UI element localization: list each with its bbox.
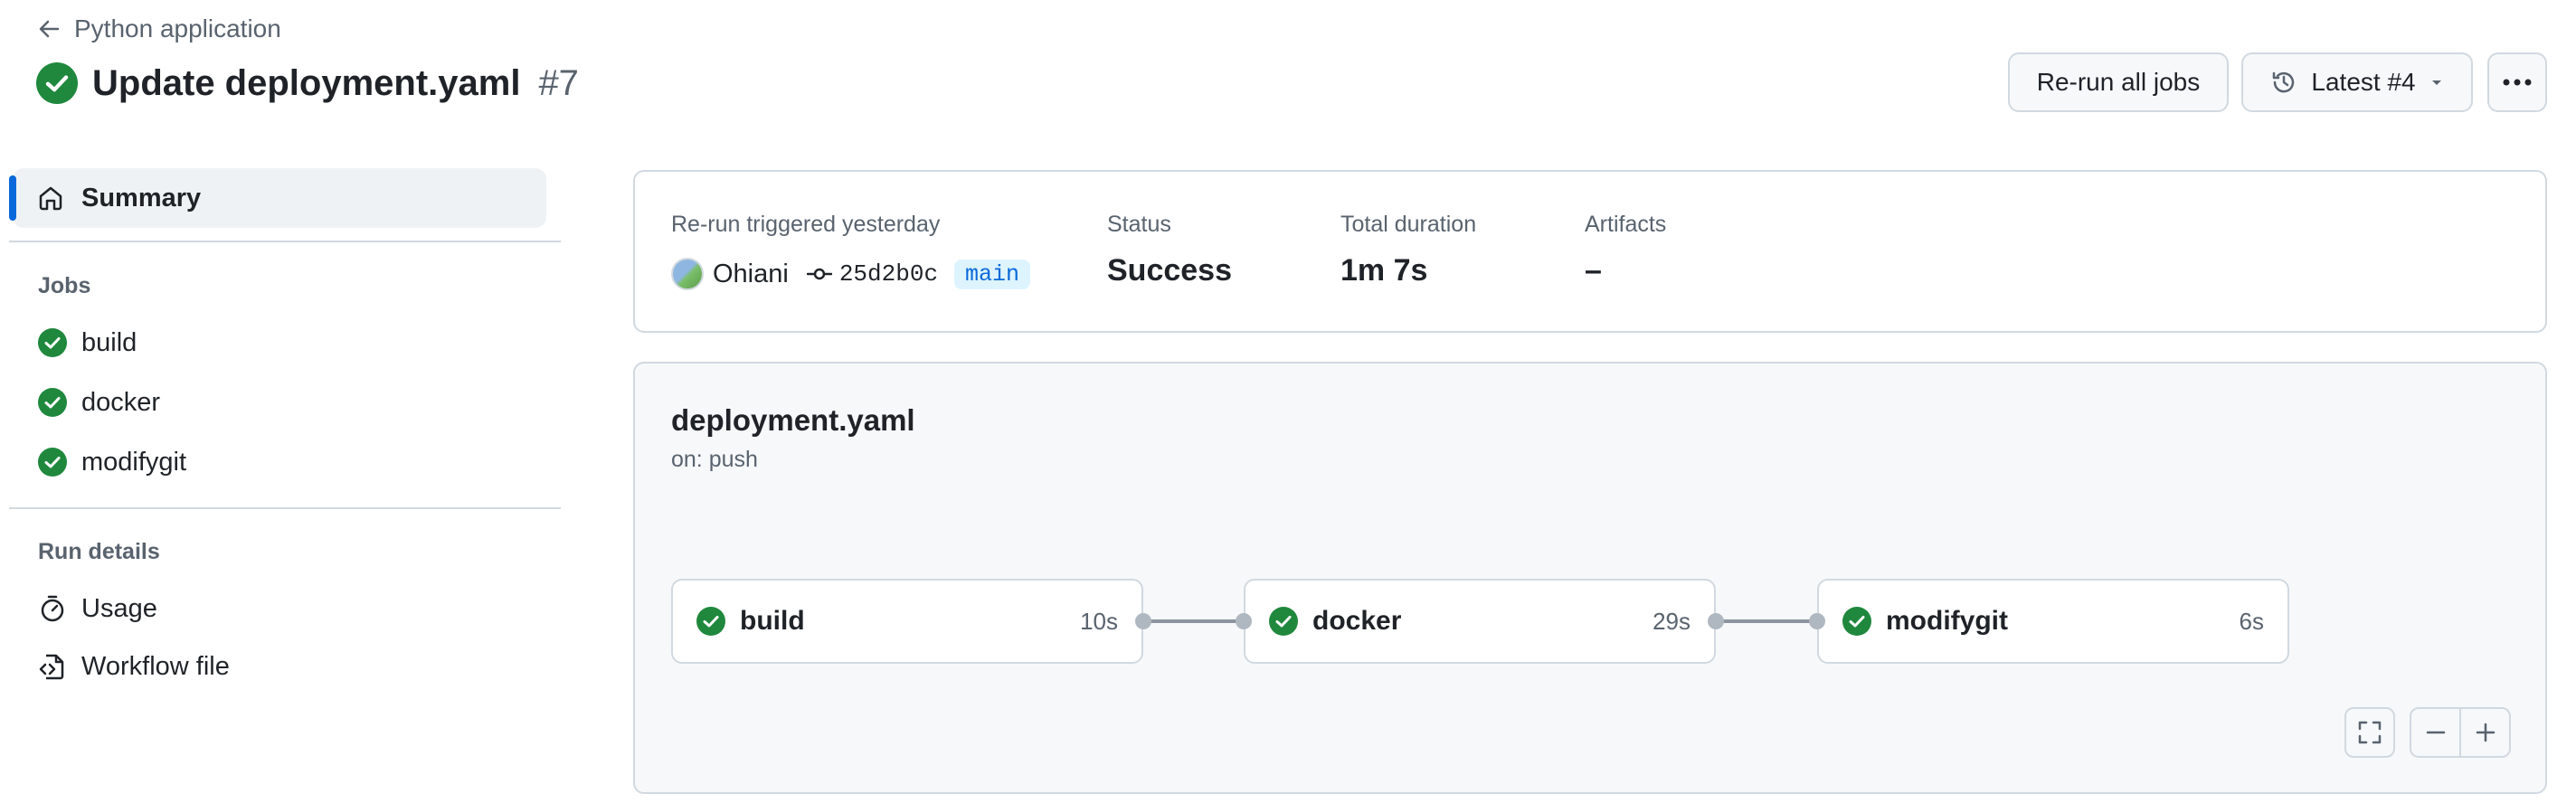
home-icon (39, 186, 62, 211)
connector-port (1708, 613, 1724, 629)
workflow-file-name[interactable]: deployment.yaml (671, 403, 915, 438)
job-name: build (740, 606, 805, 636)
sidebar-item-job-build[interactable]: build (38, 323, 137, 363)
connector-port (1809, 613, 1825, 629)
duration-label: Total duration (1340, 212, 1477, 237)
check-circle-icon (38, 328, 67, 357)
kebab-horizontal-icon (2503, 79, 2532, 86)
run-number: #7 (538, 62, 579, 103)
check-circle-icon (38, 448, 67, 477)
commit-link[interactable]: 25d2b0c (806, 260, 939, 288)
sidebar-item-usage[interactable]: Usage (38, 589, 157, 628)
fullscreen-icon (2358, 721, 2382, 744)
sidebar-divider (9, 241, 561, 242)
sidebar-item-summary[interactable]: Summary (9, 168, 546, 228)
file-code-icon (39, 654, 64, 680)
fullscreen-button[interactable] (2344, 707, 2395, 758)
zoom-controls (2410, 707, 2511, 758)
job-connector (1723, 619, 1817, 623)
back-link-label: Python application (74, 14, 281, 43)
sidebar-job-label: docker (81, 387, 161, 417)
commit-sha: 25d2b0c (838, 260, 939, 288)
workflow-trigger: on: push (671, 447, 758, 472)
check-circle-icon (1842, 607, 1871, 636)
latest-attempt-button[interactable]: Latest #4 (2241, 52, 2473, 112)
job-name: docker (1312, 606, 1402, 636)
status-label: Status (1107, 212, 1171, 237)
actor-name[interactable]: Ohiani (713, 260, 789, 289)
run-details-heading: Run details (38, 539, 160, 564)
job-node-modifygit[interactable]: modifygit 6s (1817, 579, 2289, 664)
rerun-all-jobs-button[interactable]: Re-run all jobs (2008, 52, 2229, 112)
back-link[interactable]: Python application (36, 13, 281, 45)
job-node-build[interactable]: build 10s (671, 579, 1143, 664)
artifacts-label: Artifacts (1585, 212, 1667, 237)
trigger-label: Re-run triggered yesterday (671, 212, 941, 237)
sidebar-item-job-docker[interactable]: docker (38, 383, 160, 422)
sidebar-job-label: build (81, 327, 137, 357)
connector-port (1236, 613, 1252, 629)
minus-icon (2426, 731, 2445, 734)
status-value: Success (1107, 253, 1232, 288)
job-node-docker[interactable]: docker 29s (1244, 579, 1716, 664)
run-summary-card: Re-run triggered yesterday Ohiani 25d2b0… (633, 170, 2547, 333)
connector-port (1135, 613, 1151, 629)
check-circle-icon (38, 388, 67, 417)
check-circle-icon (36, 62, 78, 104)
arrow-left-icon (39, 20, 60, 38)
sidebar-usage-label: Usage (81, 593, 157, 623)
job-connector (1151, 619, 1245, 623)
zoom-in-button[interactable] (2461, 709, 2509, 756)
page-title: Update deployment.yaml #7 (36, 60, 579, 107)
job-name: modifygit (1886, 606, 2008, 636)
stopwatch-icon (41, 595, 64, 622)
artifacts-value: – (1585, 253, 1602, 288)
latest-attempt-label: Latest #4 (2311, 68, 2416, 96)
sidebar-divider (9, 507, 561, 509)
avatar[interactable] (671, 258, 704, 290)
job-duration: 10s (1080, 607, 1118, 635)
run-title: Update deployment.yaml (92, 62, 521, 103)
job-duration: 6s (2239, 607, 2264, 635)
more-options-button[interactable] (2487, 52, 2547, 112)
sidebar-item-workflow-file[interactable]: Workflow file (38, 647, 230, 686)
sidebar-item-job-modifygit[interactable]: modifygit (38, 442, 186, 482)
git-commit-icon (806, 268, 832, 280)
zoom-out-button[interactable] (2411, 709, 2461, 756)
job-duration: 29s (1653, 607, 1690, 635)
branch-badge[interactable]: main (954, 259, 1031, 289)
check-circle-icon (1269, 607, 1298, 636)
chevron-down-icon (2431, 80, 2441, 85)
history-icon (2273, 71, 2295, 93)
workflow-graph-card: deployment.yaml on: push build 10s docke… (633, 362, 2547, 794)
rerun-all-jobs-label: Re-run all jobs (2036, 68, 2201, 96)
duration-value: 1m 7s (1340, 253, 1428, 288)
jobs-heading: Jobs (38, 273, 91, 298)
check-circle-icon (696, 607, 725, 636)
sidebar-summary-label: Summary (81, 183, 202, 213)
sidebar-workflow-file-label: Workflow file (81, 651, 230, 681)
trigger-info: Ohiani 25d2b0c main (671, 255, 1031, 293)
sidebar-job-label: modifygit (81, 447, 187, 477)
plus-icon (2476, 723, 2495, 742)
